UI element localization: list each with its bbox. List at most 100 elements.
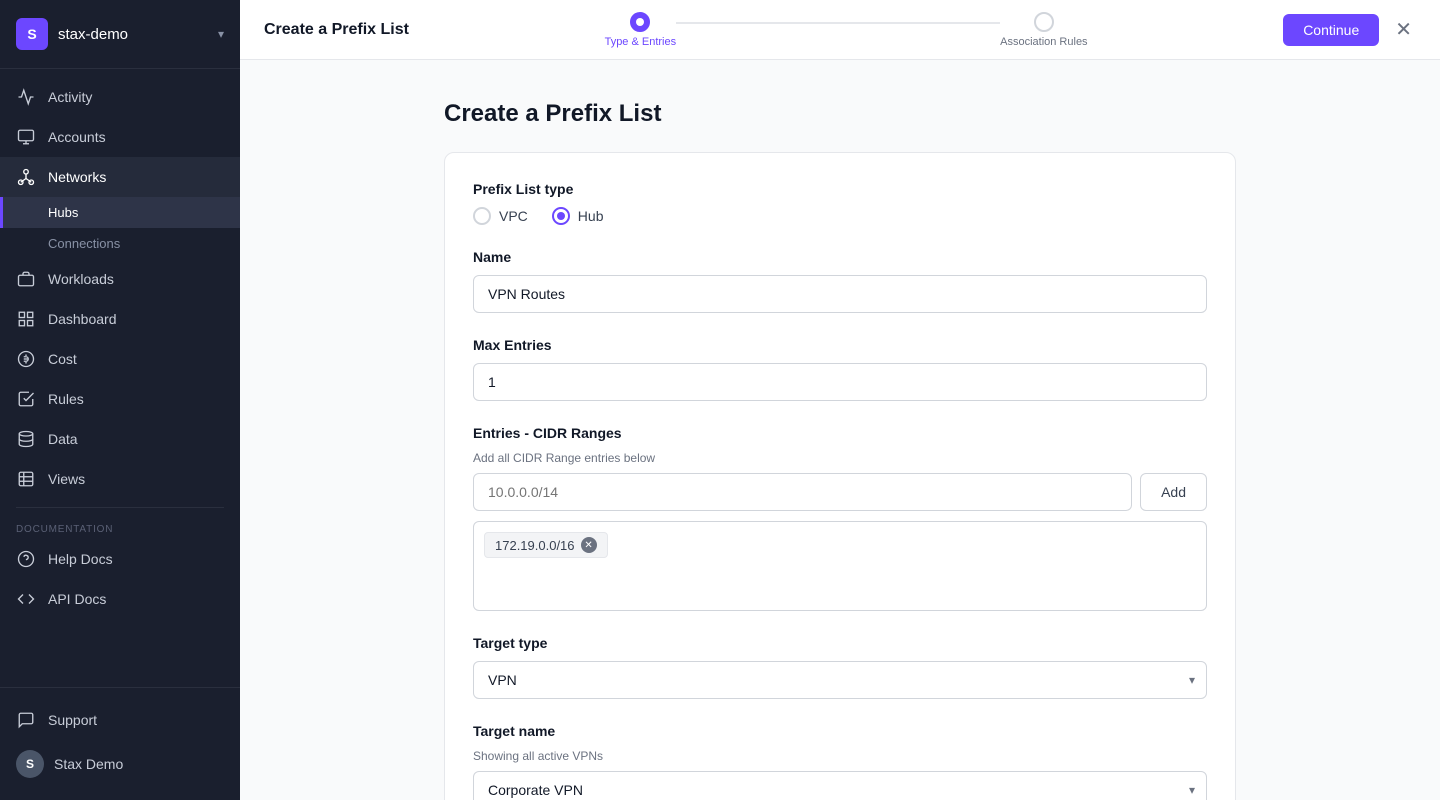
- logo-icon: S: [16, 18, 48, 50]
- radio-outer-vpc: [473, 207, 491, 225]
- sidebar-sub-item-label: Hubs: [48, 205, 78, 220]
- rules-icon: [16, 389, 36, 409]
- form-card: Prefix List type VPC Hub: [444, 152, 1236, 800]
- radio-hub[interactable]: Hub: [552, 207, 604, 225]
- content-area: Create a Prefix List Prefix List type VP…: [240, 60, 1440, 800]
- sidebar-item-label: Activity: [48, 89, 92, 105]
- workloads-icon: [16, 269, 36, 289]
- max-entries-label: Max Entries: [473, 337, 1207, 353]
- sidebar-item-label: Networks: [48, 169, 106, 185]
- prefix-list-type-label: Prefix List type: [473, 181, 1207, 197]
- cost-icon: [16, 349, 36, 369]
- cidr-tag: 172.19.0.0/16 ✕: [484, 532, 608, 558]
- step-line: [784, 22, 820, 24]
- add-cidr-button[interactable]: Add: [1140, 473, 1207, 511]
- prefix-list-type-group: Prefix List type VPC Hub: [473, 181, 1207, 225]
- step-line: [748, 22, 784, 24]
- continue-button[interactable]: Continue: [1283, 14, 1379, 46]
- step-label: Association Rules: [1000, 36, 1087, 48]
- radio-vpc[interactable]: VPC: [473, 207, 528, 225]
- sidebar-item-help-docs[interactable]: Help Docs: [0, 539, 240, 579]
- sidebar-bottom: Support S Stax Demo: [0, 687, 240, 800]
- close-button[interactable]: ✕: [1391, 13, 1416, 46]
- cidr-tag-value: 172.19.0.0/16: [495, 538, 575, 553]
- sidebar-item-cost[interactable]: Cost: [0, 339, 240, 379]
- step-line: [892, 22, 928, 24]
- sidebar: S stax-demo ▾ Activity Accounts Networks: [0, 0, 240, 800]
- name-input[interactable]: [473, 275, 1207, 313]
- page-title: Create a Prefix List: [444, 100, 1236, 128]
- sidebar-item-dashboard[interactable]: Dashboard: [0, 299, 240, 339]
- activity-icon: [16, 87, 36, 107]
- radio-label-vpc: VPC: [499, 208, 528, 224]
- max-entries-group: Max Entries: [473, 337, 1207, 401]
- radio-label-hub: Hub: [578, 208, 604, 224]
- max-entries-input[interactable]: [473, 363, 1207, 401]
- target-name-hint: Showing all active VPNs: [473, 749, 1207, 763]
- type-radio-group: VPC Hub: [473, 207, 1207, 225]
- user-name: Stax Demo: [54, 756, 123, 772]
- chevron-down-icon: ▾: [218, 27, 224, 41]
- sidebar-item-label: Support: [48, 712, 97, 728]
- cidr-tag-remove[interactable]: ✕: [581, 537, 597, 553]
- step-type-entries: Type & Entries: [605, 12, 677, 48]
- sidebar-item-label: Workloads: [48, 271, 114, 287]
- step-association-rules: Association Rules: [1000, 12, 1087, 48]
- target-name-group: Target name Showing all active VPNs Corp…: [473, 723, 1207, 800]
- topbar-actions: Continue ✕: [1283, 13, 1416, 46]
- nav-divider: [16, 507, 224, 508]
- step-dot-inactive: [1034, 12, 1054, 32]
- sidebar-item-label: Help Docs: [48, 551, 113, 567]
- sidebar-item-api-docs[interactable]: API Docs: [0, 579, 240, 619]
- step-line: [820, 22, 856, 24]
- topbar: Create a Prefix List Type & Entries Asso…: [240, 0, 1440, 60]
- step-line: [856, 22, 892, 24]
- sidebar-item-activity[interactable]: Activity: [0, 77, 240, 117]
- target-type-group: Target type VPN Transit Gateway VPC ▾: [473, 635, 1207, 699]
- org-switcher[interactable]: S stax-demo ▾: [0, 0, 240, 69]
- help-icon: [16, 549, 36, 569]
- sidebar-item-networks[interactable]: Networks: [0, 157, 240, 197]
- name-group: Name: [473, 249, 1207, 313]
- accounts-icon: [16, 127, 36, 147]
- step-label: Type & Entries: [605, 36, 677, 48]
- radio-inner-hub: [557, 212, 565, 220]
- primary-nav: Activity Accounts Networks Hubs Connecti…: [0, 69, 240, 687]
- avatar: S: [16, 750, 44, 778]
- cidr-input-row: Add: [473, 473, 1207, 511]
- topbar-title: Create a Prefix List: [264, 21, 409, 39]
- sidebar-item-hubs[interactable]: Hubs: [0, 197, 240, 228]
- step-line: [712, 22, 748, 24]
- sidebar-item-data[interactable]: Data: [0, 419, 240, 459]
- sidebar-item-connections[interactable]: Connections: [0, 228, 240, 259]
- target-type-label: Target type: [473, 635, 1207, 651]
- sidebar-item-label: Dashboard: [48, 311, 117, 327]
- sidebar-item-label: Accounts: [48, 129, 106, 145]
- sidebar-sub-item-label: Connections: [48, 236, 120, 251]
- step-dot-active: [630, 12, 650, 32]
- sidebar-item-workloads[interactable]: Workloads: [0, 259, 240, 299]
- doc-section-label: DOCUMENTATION: [0, 516, 240, 539]
- sidebar-item-label: Rules: [48, 391, 84, 407]
- target-type-select[interactable]: VPN Transit Gateway VPC: [473, 661, 1207, 699]
- step-line: [928, 22, 964, 24]
- api-icon: [16, 589, 36, 609]
- sidebar-item-label: Cost: [48, 351, 77, 367]
- sidebar-item-support[interactable]: Support: [0, 700, 240, 740]
- target-name-select[interactable]: Corporate VPN: [473, 771, 1207, 800]
- user-menu[interactable]: S Stax Demo: [0, 740, 240, 788]
- target-name-label: Target name: [473, 723, 1207, 739]
- sidebar-item-rules[interactable]: Rules: [0, 379, 240, 419]
- name-label: Name: [473, 249, 1207, 265]
- sidebar-item-label: Views: [48, 471, 85, 487]
- sidebar-item-views[interactable]: Views: [0, 459, 240, 499]
- cidr-hint: Add all CIDR Range entries below: [473, 451, 1207, 465]
- stepper: Type & Entries Association Rules: [409, 12, 1283, 48]
- target-type-select-wrapper: VPN Transit Gateway VPC ▾: [473, 661, 1207, 699]
- cidr-input[interactable]: [473, 473, 1132, 511]
- sidebar-item-accounts[interactable]: Accounts: [0, 117, 240, 157]
- sidebar-item-label: API Docs: [48, 591, 106, 607]
- cidr-group: Entries - CIDR Ranges Add all CIDR Range…: [473, 425, 1207, 611]
- cidr-label: Entries - CIDR Ranges: [473, 425, 1207, 441]
- sidebar-item-label: Data: [48, 431, 78, 447]
